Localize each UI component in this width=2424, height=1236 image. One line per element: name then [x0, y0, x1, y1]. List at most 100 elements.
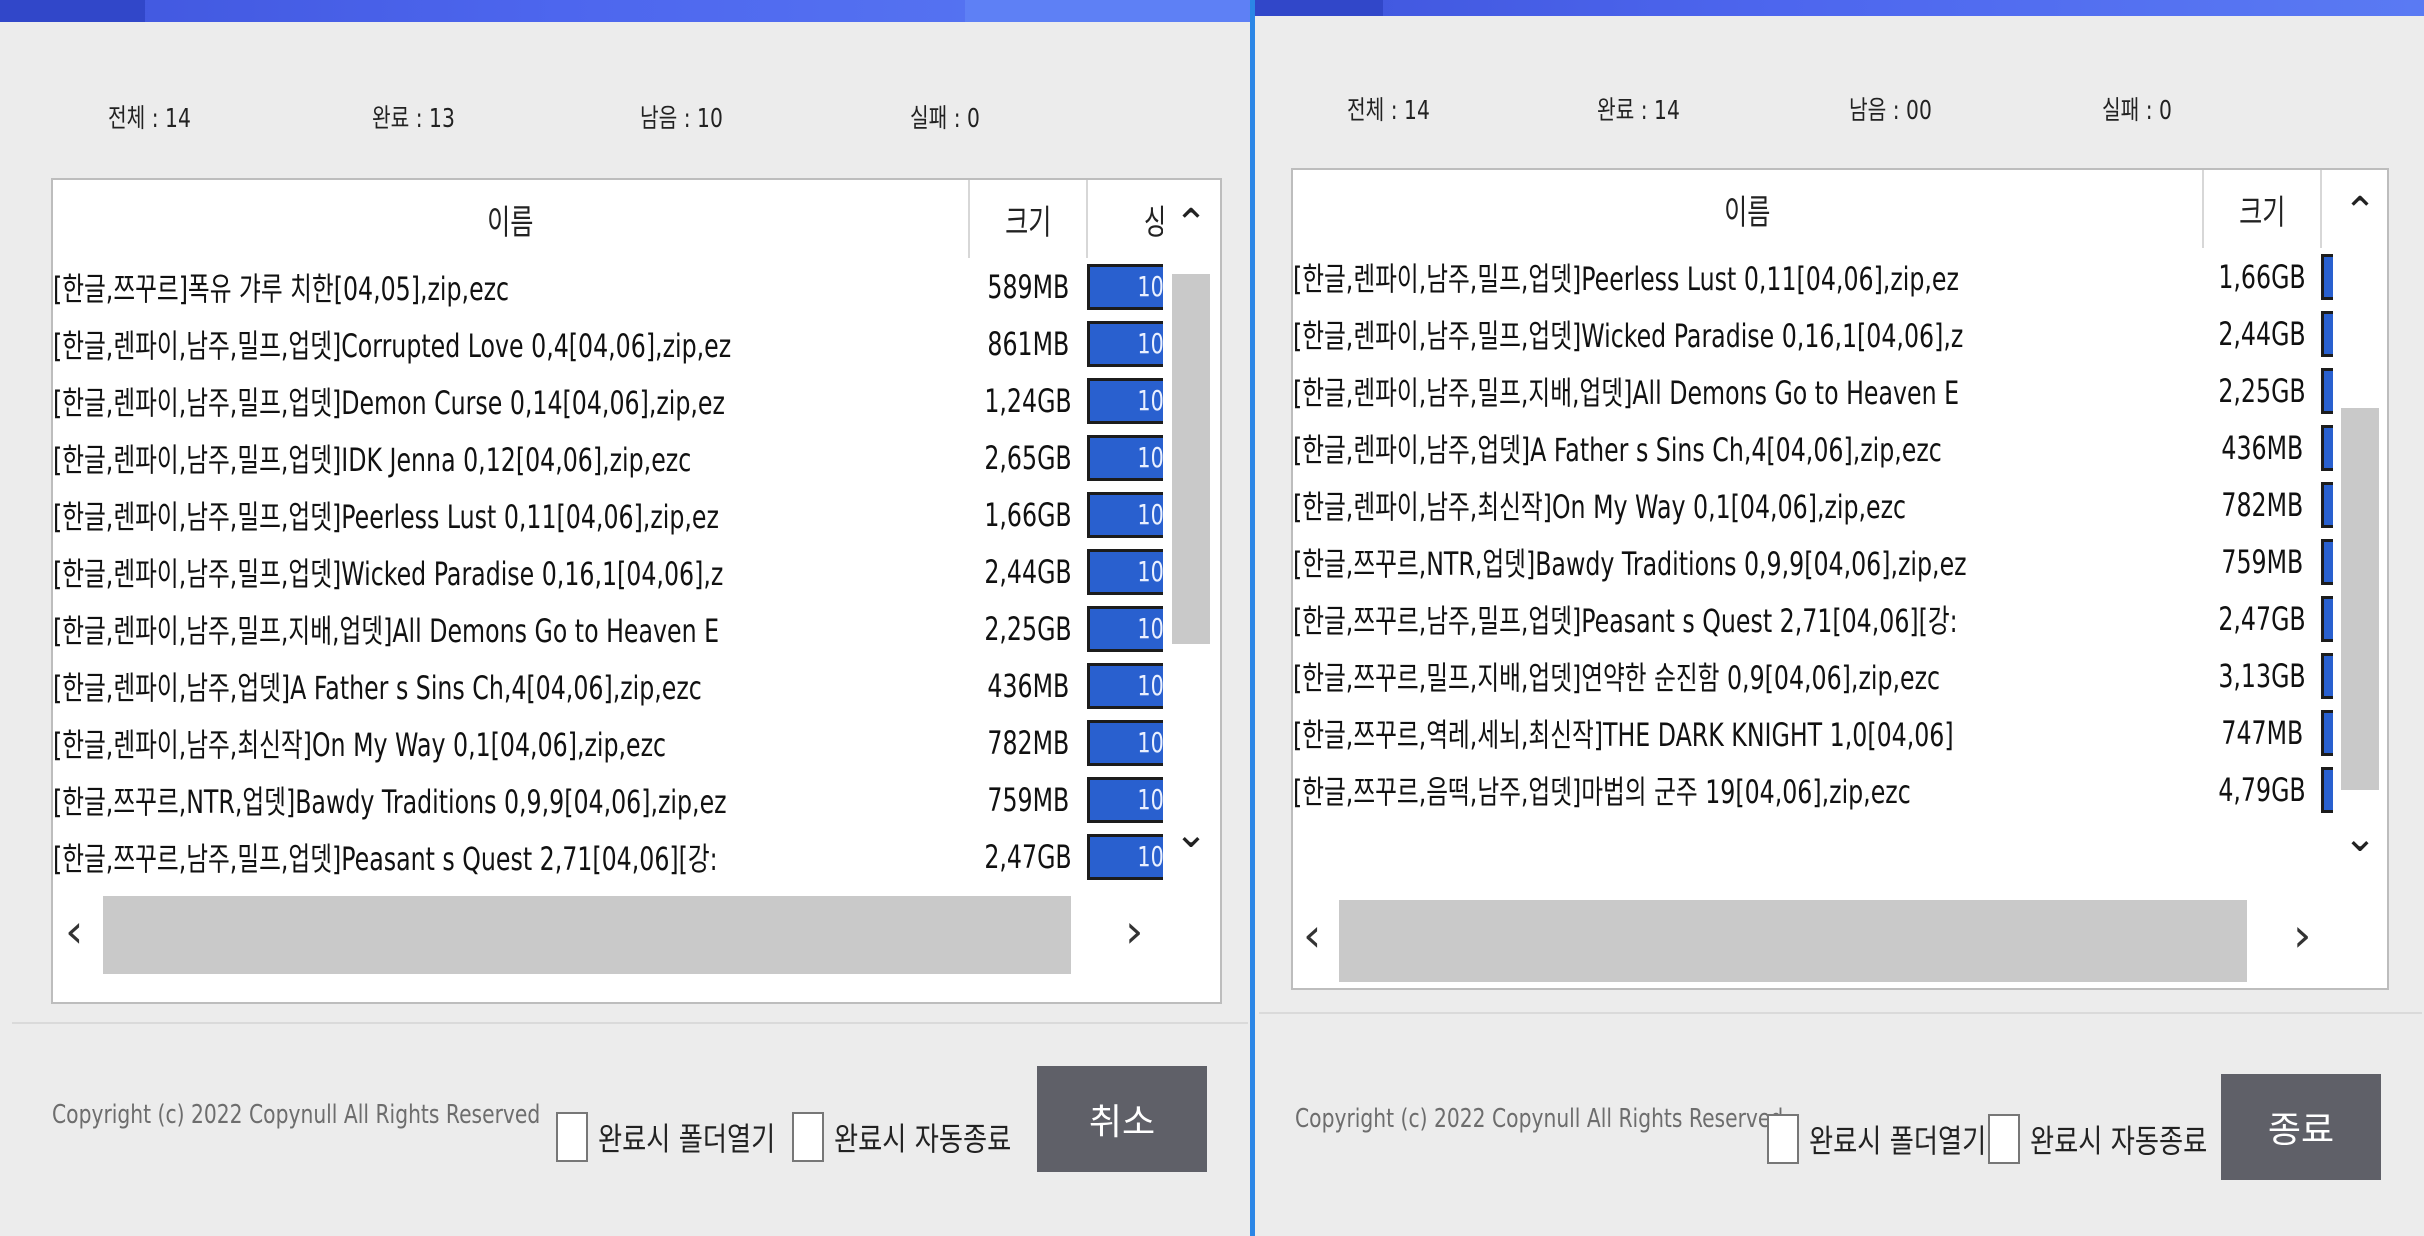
table-row[interactable]: [한글,렌파이,남주,밀프,업뎃]Wicked Paradise 0,16,1[…: [1293, 305, 2333, 362]
table-row[interactable]: [한글,렌파이,남주,밀프,업뎃]Peerless Lust 0,11[04,0…: [53, 486, 1163, 543]
table-row[interactable]: [한글,쯔꾸르]폭유 갸루 치한[04,05],zip,ezc 589MB 100%…: [53, 258, 1163, 315]
file-list[interactable]: 이름 크기 상태 비고 [한글,쯔꾸르]폭유 갸루 치한[04,05],zip,…: [53, 180, 1163, 884]
column-header-size[interactable]: 크기: [2203, 170, 2323, 248]
file-status: 100%: [1087, 486, 1163, 543]
file-table: 이름 크기 상태 비고 [한글,쯔꾸르]폭유 갸루 치한[04,05],zip,…: [53, 180, 1163, 884]
table-row[interactable]: [한글,쯔꾸르,남주,밀프,업뎃]Peasant s Quest 2,71[04…: [1293, 590, 2333, 647]
scroll-left-icon[interactable]: ‹: [65, 904, 83, 958]
table-row[interactable]: [한글,렌파이,남주,밀프,업뎃]Demon Curse 0,14[04,06]…: [53, 372, 1163, 429]
horizontal-scroll-thumb[interactable]: [1339, 900, 2247, 982]
auto-exit-checkbox[interactable]: 완료시 자동종료: [1988, 1114, 2246, 1164]
file-name: [한글,렌파이,남주,밀프,업뎃]Wicked Paradise 0,16,1[…: [1293, 316, 1964, 355]
file-size: 782MB: [2221, 485, 2304, 524]
table-row[interactable]: [한글,쯔꾸르,밀프,지배,업뎃]연약한 순진함 0,9[04,06],zip,…: [1293, 647, 2333, 704]
stat-fail: 실패 : 0: [2102, 96, 2172, 126]
column-header-name[interactable]: 이름: [1293, 170, 2205, 248]
file-size: 589MB: [987, 267, 1070, 306]
table-row[interactable]: [한글,렌파이,남주,밀프,업뎃]Peerless Lust 0,11[04,0…: [1293, 248, 2333, 305]
file-size: 2,25GB: [2218, 371, 2306, 410]
file-name: [한글,쯔꾸르,역레,세뇌,최신작]THE DARK KNIGHT 1,0[04…: [1293, 715, 1954, 754]
table-row[interactable]: [한글,쯔꾸르,역레,세뇌,최신작]THE DARK KNIGHT 1,0[04…: [1293, 704, 2333, 761]
horizontal-scroll-thumb[interactable]: [103, 896, 1071, 974]
table-row[interactable]: [한글,렌파이,남주,밀프,업뎃]Corrupted Love 0,4[04,0…: [53, 315, 1163, 372]
title-bar[interactable]: [1255, 0, 2424, 16]
progress-bar: 100%: [2321, 424, 2333, 471]
file-name: [한글,렌파이,남주,밀프,지배,업뎃]All Demons Go to Hea…: [1293, 373, 1960, 412]
stat-total: 전체 : 14: [1347, 96, 1430, 126]
vertical-scroll-thumb[interactable]: [1172, 274, 1210, 644]
title-bar[interactable]: [0, 0, 1250, 22]
exit-button[interactable]: 종료: [2221, 1074, 2381, 1180]
table-row[interactable]: [한글,쯔꾸르,NTR,업뎃]Bawdy Traditions 0,9,9[04…: [53, 771, 1163, 828]
open-folder-checkbox[interactable]: 완료시 폴더열기: [556, 1112, 814, 1162]
scroll-down-icon[interactable]: ⌄: [1168, 814, 1214, 854]
progress-bar: 100%: [1087, 263, 1163, 310]
table-header: 이름 크기 상태 비고: [1293, 170, 2333, 248]
file-status: 100%: [1087, 315, 1163, 372]
table-row[interactable]: [한글,렌파이,남주,밀프,지배,업뎃]All Demons Go to Hea…: [1293, 362, 2333, 419]
scroll-left-icon[interactable]: ‹: [1303, 908, 1321, 962]
vertical-scrollbar[interactable]: ⌃ ⌄: [2337, 170, 2383, 888]
file-status: 100%: [1087, 258, 1163, 315]
open-folder-checkbox[interactable]: 완료시 폴더열기: [1767, 1114, 2025, 1164]
file-size: 782MB: [987, 723, 1070, 762]
file-size: 2,44GB: [2218, 314, 2306, 353]
column-header-status[interactable]: 상태: [2321, 170, 2333, 248]
file-size: 1,66GB: [984, 495, 1073, 534]
table-row[interactable]: [한글,렌파이,남주,밀프,지배,업뎃]All Demons Go to Hea…: [53, 600, 1163, 657]
progress-label: 100%: [1137, 497, 1163, 531]
file-name: [한글,렌파이,남주,밀프,지배,업뎃]All Demons Go to Hea…: [53, 611, 720, 650]
table-row[interactable]: [한글,렌파이,남주,업뎃]A Father s Sins Ch,4[04,06…: [53, 657, 1163, 714]
progress-fill: [2324, 484, 2333, 525]
horizontal-scrollbar[interactable]: ‹ ›: [1293, 888, 2333, 984]
scroll-right-icon[interactable]: ›: [1125, 904, 1143, 958]
file-size: 1,66GB: [2218, 257, 2306, 296]
scroll-up-icon[interactable]: ⌃: [1168, 204, 1214, 244]
progress-fill: [2324, 598, 2333, 639]
vertical-scrollbar[interactable]: ⌃ ⌄: [1168, 180, 1214, 884]
file-name: [한글,렌파이,남주,밀프,업뎃]Peerless Lust 0,11[04,0…: [1293, 259, 1959, 298]
scroll-up-icon[interactable]: ⌃: [2337, 192, 2383, 232]
table-row[interactable]: [한글,렌파이,남주,최신작]On My Way 0,1[04,06],zip,…: [53, 714, 1163, 771]
downloader-window-left: 전체 : 14 완료 : 13 남음 : 10 실패 : 0 이름 크기 상태 …: [0, 0, 1250, 1236]
table-row[interactable]: [한글,렌파이,남주,업뎃]A Father s Sins Ch,4[04,06…: [1293, 419, 2333, 476]
progress-label: 100%: [1137, 668, 1163, 702]
cancel-button[interactable]: 취소: [1037, 1066, 1207, 1172]
table-row[interactable]: [한글,쯔꾸르,음떡,남주,업뎃]마법의 군주 19[04,06],zip,ez…: [1293, 761, 2333, 818]
open-folder-label: 완료시 폴더열기: [1809, 1122, 1987, 1160]
progress-label: 100%: [1137, 326, 1163, 360]
table-row[interactable]: [한글,렌파이,남주,최신작]On My Way 0,1[04,06],zip,…: [1293, 476, 2333, 533]
horizontal-scrollbar[interactable]: ‹ ›: [53, 884, 1163, 976]
file-size: 436MB: [987, 666, 1070, 705]
column-header-status[interactable]: 상태: [1087, 180, 1163, 258]
progress-bar: 100%: [2321, 538, 2333, 585]
auto-exit-checkbox[interactable]: 완료시 자동종료: [792, 1112, 1050, 1162]
stat-total: 전체 : 14: [108, 104, 191, 134]
auto-exit-label: 완료시 자동종료: [2030, 1122, 2208, 1160]
checkbox-box[interactable]: [1988, 1114, 2020, 1164]
table-row[interactable]: [한글,쯔꾸르,NTR,업뎃]Bawdy Traditions 0,9,9[04…: [1293, 533, 2333, 590]
progress-bar: 100%: [1087, 776, 1163, 823]
file-name: [한글,렌파이,남주,밀프,업뎃]Demon Curse 0,14[04,06]…: [53, 383, 725, 422]
file-table: 이름 크기 상태 비고 [한글,렌파이,남주,밀프,업뎃]Peerless Lu…: [1293, 170, 2333, 818]
column-header-size[interactable]: 크기: [969, 180, 1089, 258]
scroll-right-icon[interactable]: ›: [2293, 908, 2311, 962]
stat-done: 완료 : 14: [1597, 96, 1680, 126]
table-row[interactable]: [한글,쯔꾸르,남주,밀프,업뎃]Peasant s Quest 2,71[04…: [53, 828, 1163, 884]
table-row[interactable]: [한글,렌파이,남주,밀프,업뎃]IDK Jenna 0,12[04,06],z…: [53, 429, 1163, 486]
file-status: 100%: [2321, 305, 2333, 362]
progress-fill: [2324, 313, 2333, 354]
vertical-scroll-thumb[interactable]: [2341, 408, 2379, 790]
downloader-window-right: 전체 : 14 완료 : 14 남음 : 00 실패 : 0 이름 크기 상태 …: [1255, 0, 2424, 1236]
checkbox-box[interactable]: [556, 1112, 588, 1162]
column-header-name[interactable]: 이름: [53, 180, 971, 258]
table-row[interactable]: [한글,렌파이,남주,밀프,업뎃]Wicked Paradise 0,16,1[…: [53, 543, 1163, 600]
progress-bar: 100%: [2321, 481, 2333, 528]
checkbox-box[interactable]: [792, 1112, 824, 1162]
progress-fill: [2324, 370, 2333, 411]
checkbox-box[interactable]: [1767, 1114, 1799, 1164]
scroll-down-icon[interactable]: ⌄: [2337, 818, 2383, 858]
stat-remain: 남음 : 10: [640, 104, 723, 134]
window-body: 전체 : 14 완료 : 14 남음 : 00 실패 : 0 이름 크기 상태 …: [1259, 16, 2422, 1236]
file-list[interactable]: 이름 크기 상태 비고 [한글,렌파이,남주,밀프,업뎃]Peerless Lu…: [1293, 170, 2333, 888]
